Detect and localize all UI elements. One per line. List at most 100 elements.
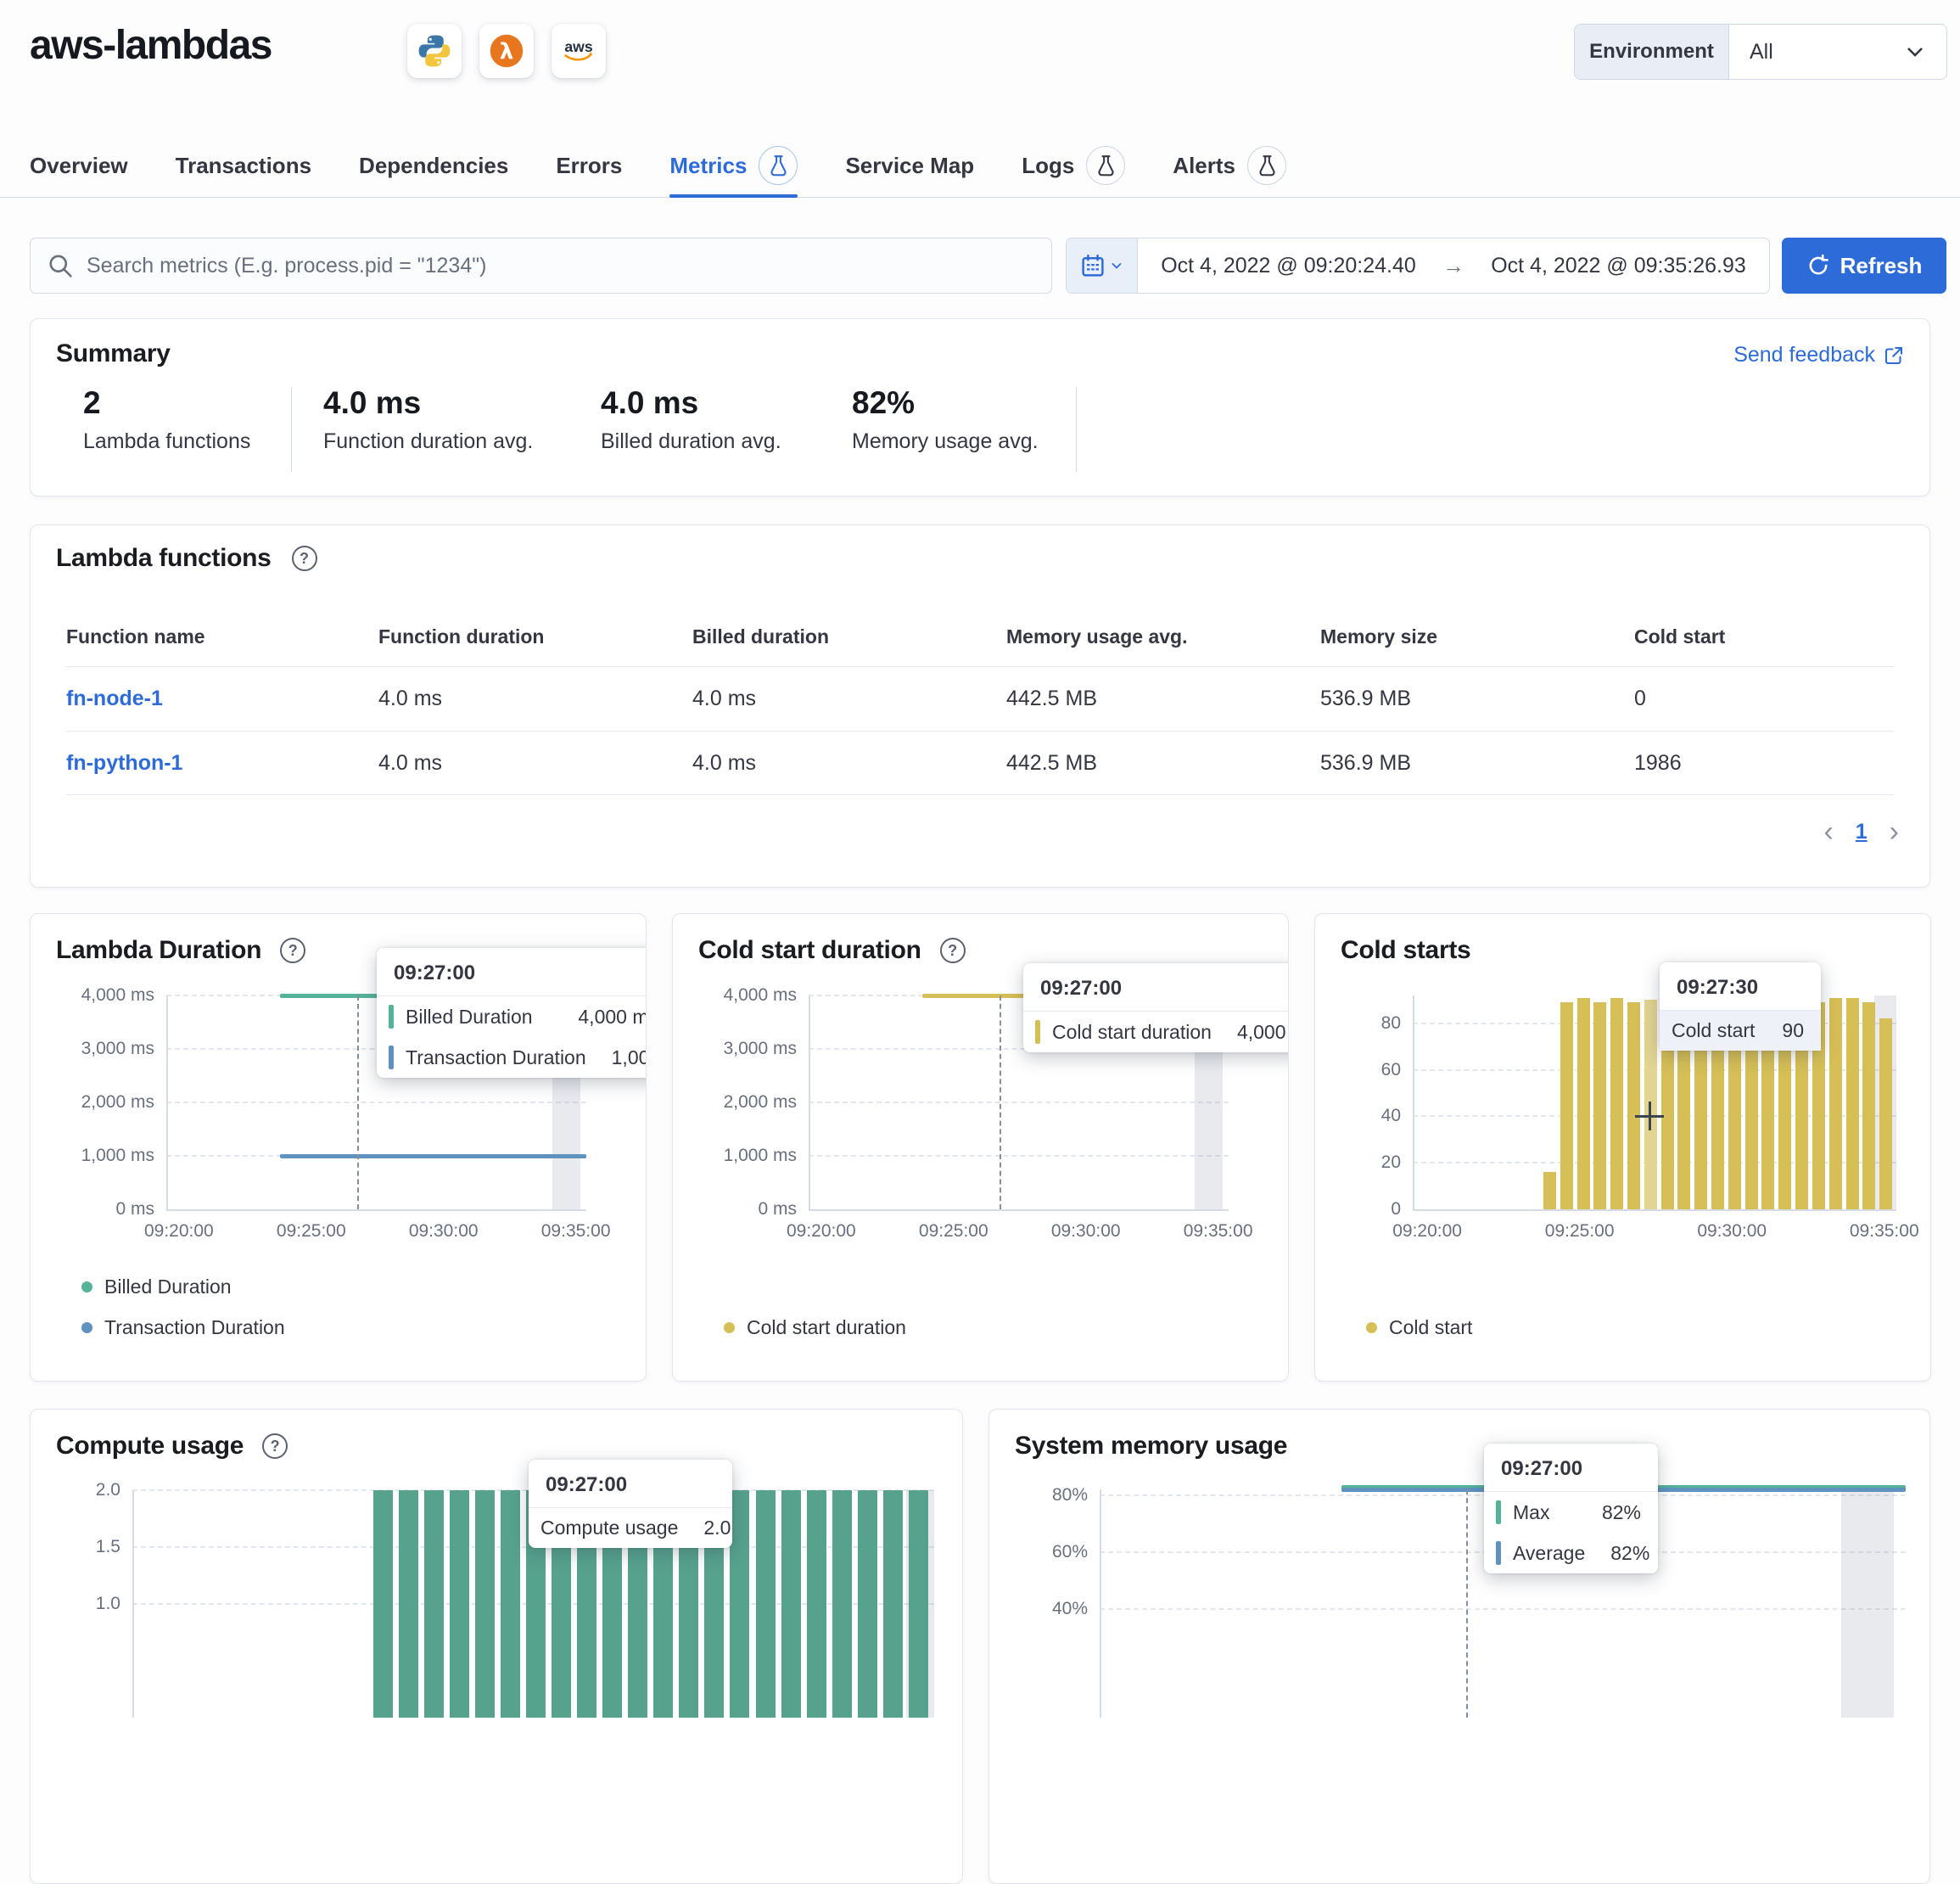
y-axis-line [166,995,168,1209]
search-metrics-box [30,238,1052,294]
summary-stat: 2Lambda functions [83,385,250,454]
environment-label: Environment [1575,25,1729,79]
search-icon [48,253,73,278]
next-page-button[interactable]: › [1890,817,1899,846]
summary-card: Summary Send feedback 2Lambda functions4… [30,318,1930,496]
legend-dot [81,1281,92,1292]
chart-tooltip: 09:27:00Max82%Average82% [1484,1444,1658,1573]
tooltip-time: 09:27:00 [1023,963,1289,1012]
beaker-icon[interactable] [1247,146,1286,185]
table-row: fn-python-14.0 ms4.0 ms442.5 MB536.9 MB1… [66,731,1894,795]
prev-page-button[interactable]: ‹ [1823,817,1833,846]
table-cell: 536.9 MB [1320,751,1634,776]
column-header[interactable]: Function duration [378,625,692,666]
environment-select[interactable]: Environment All [1574,24,1947,80]
active-tab-underline [669,194,798,198]
chart-tooltip: 09:27:00Billed Duration4,000 msTransacti… [377,948,647,1078]
crosshair-line [1466,1489,1468,1718]
tab-dependencies[interactable]: Dependencies [359,134,508,197]
search-metrics-input[interactable] [87,254,1034,278]
cold-start-duration-chart-card: Cold start duration?0 ms1,000 ms2,000 ms… [672,913,1289,1382]
cold-starts-chart-card: Cold starts02040608009:20:0009:25:0009:3… [1314,913,1931,1382]
summary-stat: 82%Memory usage avg. [852,385,1039,454]
calendar-button[interactable] [1067,238,1138,293]
legend-label: Transaction Duration [104,1316,285,1339]
function-name-link[interactable]: fn-node-1 [66,687,378,711]
y-axis-tick-label: 40 [1314,1106,1401,1126]
legend-item[interactable]: Cold start duration [724,1316,906,1339]
tab-errors[interactable]: Errors [556,134,622,197]
tooltip-value: 1,000 ms [612,1046,647,1069]
legend-dot [1366,1322,1377,1333]
column-header[interactable]: Cold start [1634,625,1894,666]
bar [858,1490,877,1718]
y-axis-line [1100,1489,1101,1718]
tab-label: Errors [556,153,622,179]
tooltip-row: Cold start duration4,000 ms [1023,1012,1289,1052]
date-start[interactable]: Oct 4, 2022 @ 09:20:24.40 [1138,254,1439,278]
tooltip-series-marker [1496,1541,1501,1565]
date-range-picker: Oct 4, 2022 @ 09:20:24.40 → Oct 4, 2022 … [1066,238,1770,294]
refresh-button[interactable]: Refresh [1782,238,1946,294]
chart-plot[interactable]: 02040608009:20:0009:25:0009:30:0009:35:0… [1315,914,1930,1381]
partial-bucket-band [1841,1489,1894,1718]
table-cell: 4.0 ms [378,687,692,711]
tab-alerts[interactable]: Alerts [1173,134,1286,197]
tooltip-value: 82% [1602,1501,1641,1524]
column-header[interactable]: Function name [66,625,378,666]
column-header[interactable]: Memory size [1320,625,1634,666]
beaker-icon[interactable] [759,146,798,185]
bar [730,1490,749,1718]
tab-overview[interactable]: Overview [30,134,128,197]
tooltip-time: 09:27:00 [377,948,647,996]
bar [501,1490,520,1718]
tab-transactions[interactable]: Transactions [176,134,311,197]
tab-service-map[interactable]: Service Map [845,134,974,197]
table-cell: 4.0 ms [692,687,1006,711]
page-title: aws-lambdas [30,22,272,69]
aws-lambda-logo-icon: λ [479,24,534,78]
stat-value: 4.0 ms [323,385,533,421]
x-axis-tick-label: 09:35:00 [1850,1221,1919,1242]
y-axis-tick-label: 1,000 ms [53,1146,154,1166]
table-pagination: ‹ 1 › [1823,817,1899,846]
legend-label: Billed Duration [104,1276,232,1298]
svg-text:aws: aws [564,38,592,55]
tooltip-label: Transaction Duration [406,1046,612,1069]
svg-text:λ: λ [500,39,514,64]
chart-plot[interactable]: 2.01.51.0 [31,1410,962,1883]
y-axis-tick-label: 20 [1314,1152,1401,1173]
tab-label: Dependencies [359,153,508,179]
tooltip-value: 82% [1610,1542,1649,1565]
tooltip-value: 2.0 [703,1517,731,1539]
aws-logo-icon: aws [552,24,606,78]
tab-logs[interactable]: Logs [1022,134,1125,197]
help-icon[interactable]: ? [292,546,317,571]
gridline [809,1155,1229,1157]
beaker-icon[interactable] [1086,146,1125,185]
y-axis-tick-label: 3,000 ms [695,1039,797,1059]
tab-label: Overview [30,153,128,179]
bar [909,1490,928,1718]
bar [1543,1172,1556,1209]
tooltip-series-marker [389,1005,394,1029]
gridline [809,1102,1229,1103]
chart-plot[interactable]: 80%60%40% [989,1410,1929,1883]
send-feedback-link[interactable]: Send feedback [1733,343,1904,367]
legend-dot [81,1322,92,1333]
function-name-link[interactable]: fn-python-1 [66,751,378,776]
column-header[interactable]: Billed duration [692,625,1006,666]
bar [1610,998,1623,1209]
column-header[interactable]: Memory usage avg. [1006,625,1320,666]
page-number[interactable]: 1 [1856,820,1868,844]
x-axis-tick-label: 09:30:00 [409,1221,479,1242]
date-end[interactable]: Oct 4, 2022 @ 09:35:26.93 [1468,254,1769,278]
bar [807,1490,826,1718]
legend-item[interactable]: Cold start [1366,1316,1472,1339]
tab-label: Transactions [176,153,311,179]
bar [1577,998,1590,1209]
tab-metrics[interactable]: Metrics [669,134,798,197]
y-axis-line [132,1490,134,1718]
legend-item[interactable]: Billed Duration [81,1276,232,1298]
legend-item[interactable]: Transaction Duration [81,1316,285,1339]
